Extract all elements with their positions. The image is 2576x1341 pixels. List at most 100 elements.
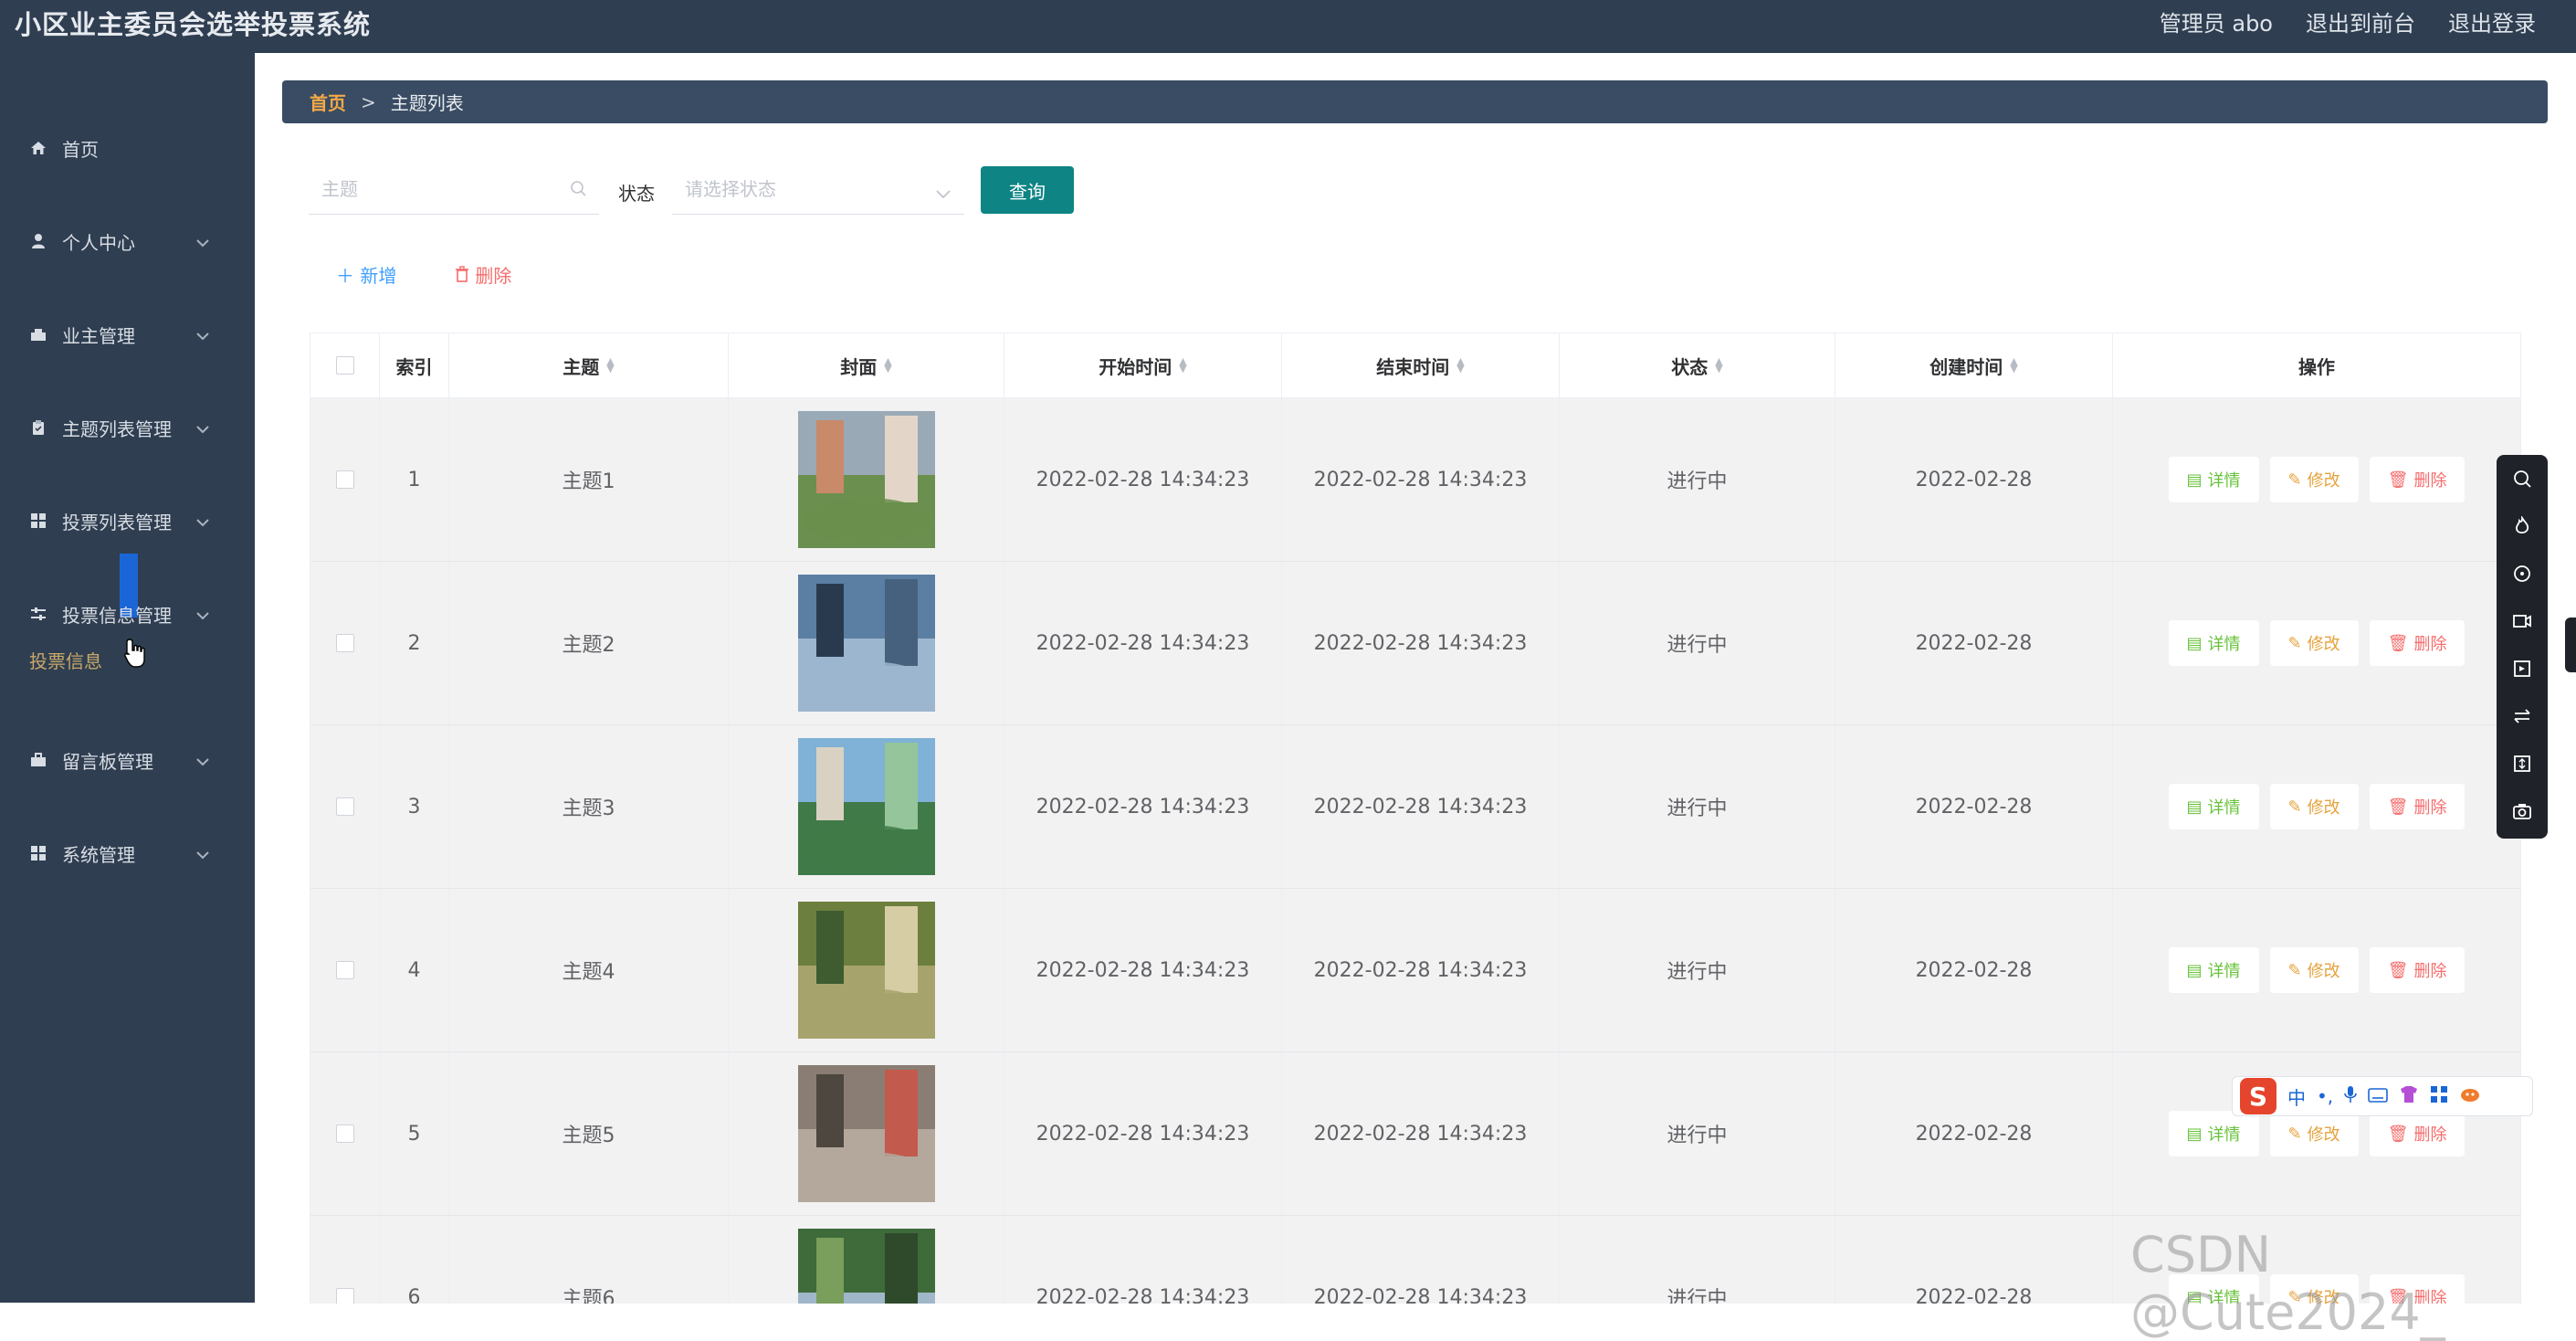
select-all-checkbox[interactable] <box>335 356 354 375</box>
cover-image[interactable] <box>797 738 935 875</box>
cover-image[interactable] <box>797 902 935 1039</box>
row-checkbox[interactable] <box>335 797 354 816</box>
trash-icon: 🗑 <box>2387 960 2409 980</box>
header-cover[interactable]: 封面 ▲ ▼ <box>729 333 1004 397</box>
detail-button[interactable]: ▤ 详情 <box>2168 784 2259 829</box>
detail-button[interactable]: ▤ 详情 <box>2168 947 2259 993</box>
row-checkbox[interactable] <box>335 1125 354 1143</box>
delete-button-label: 删除 <box>475 265 512 287</box>
search-plus-icon[interactable] <box>2509 466 2535 491</box>
delete-button[interactable]: 🗑 删除 <box>2369 1111 2466 1156</box>
chevron-down-icon <box>195 417 210 438</box>
edit-button[interactable]: ✎ 修改 <box>2269 947 2359 993</box>
punctuation-icon[interactable]: •, <box>2317 1085 2333 1107</box>
sort-icon[interactable]: ▲ ▼ <box>1715 356 1722 374</box>
detail-button[interactable]: ▤ 详情 <box>2168 457 2259 502</box>
row-checkbox[interactable] <box>335 1288 354 1304</box>
edit-button[interactable]: ✎ 修改 <box>2269 457 2359 502</box>
sort-icon[interactable]: ▲ ▼ <box>1179 356 1186 374</box>
plus-icon: ＋ <box>336 265 354 287</box>
music-icon[interactable] <box>2509 561 2535 586</box>
topic-search-input[interactable] <box>309 166 599 212</box>
header-end-time[interactable]: 结束时间 ▲ ▼ <box>1282 333 1560 397</box>
grid-icon <box>29 512 47 530</box>
edit-button[interactable]: ✎ 修改 <box>2269 784 2359 829</box>
sidebar-item-profile[interactable]: 个人中心 <box>0 214 255 269</box>
sidebar-item-label: 个人中心 <box>62 231 135 254</box>
cover-image[interactable] <box>797 1065 935 1202</box>
delete-button[interactable]: 🗑 删除 <box>2369 620 2466 666</box>
cover-image[interactable] <box>797 1229 935 1304</box>
swap-icon[interactable] <box>2509 703 2535 729</box>
sort-icon[interactable]: ▲ ▼ <box>884 356 891 374</box>
resize-icon[interactable] <box>2509 751 2535 776</box>
table-row: 5 主题5 2022-02-28 14:34:23 2022-02-28 14:34:… <box>310 1052 2520 1216</box>
table-header: 索引 主题 ▲ ▼ 封面 ▲ ▼ 开始时间 ▲ ▼ 结束时间 ▲ ▼ 状态 ▲ ▼ 创建时… <box>310 333 2520 398</box>
edit-button[interactable]: ✎ 修改 <box>2269 620 2359 666</box>
cell-index: 6 <box>380 1216 449 1304</box>
status-select[interactable] <box>672 166 964 215</box>
cell-cover <box>729 398 1004 561</box>
batch-delete-button[interactable]: 删除 <box>455 261 511 288</box>
cell-cover <box>729 725 1004 888</box>
owner-icon <box>29 325 47 343</box>
cell-end-time: 2022-02-28 14:34:23 <box>1282 725 1560 888</box>
status-select-input[interactable] <box>672 166 964 212</box>
mascot-icon[interactable] <box>2459 1085 2481 1107</box>
camera-icon[interactable] <box>2509 798 2535 824</box>
delete-button[interactable]: 🗑 删除 <box>2369 457 2466 502</box>
detail-label: 详情 <box>2207 962 2241 981</box>
mouse-cursor-icon <box>124 638 146 673</box>
sidebar-subitem-vote-info[interactable]: 投票信息 <box>29 647 102 673</box>
sort-icon[interactable]: ▲ ▼ <box>606 356 614 374</box>
front-link[interactable]: 退出到前台 <box>2306 5 2415 37</box>
apps-icon[interactable] <box>2430 1085 2448 1108</box>
ime-logo[interactable]: S <box>2240 1078 2276 1114</box>
breadcrumb-home-link[interactable]: 首页 <box>310 89 346 115</box>
crop-icon[interactable] <box>2509 656 2535 681</box>
sidebar-item-system[interactable]: 系统管理 <box>0 826 255 881</box>
cell-status: 进行中 <box>1560 562 1835 724</box>
add-button[interactable]: ＋ 新增 <box>336 261 396 288</box>
document-icon: ▤ <box>2186 1124 2203 1144</box>
sort-icon[interactable]: ▲ ▼ <box>1456 356 1464 374</box>
chevron-down-icon <box>195 230 210 252</box>
side-edge-tab[interactable] <box>2565 618 2576 672</box>
delete-button[interactable]: 🗑 删除 <box>2369 784 2466 829</box>
query-button[interactable]: 查询 <box>981 166 1074 214</box>
detail-button[interactable]: ▤ 详情 <box>2168 620 2259 666</box>
header-created-label: 创建时间 <box>1929 355 2003 378</box>
row-checkbox[interactable] <box>335 961 354 979</box>
header-start-time[interactable]: 开始时间 ▲ ▼ <box>1004 333 1282 397</box>
logout-link[interactable]: 退出登录 <box>2448 5 2536 37</box>
skin-icon[interactable] <box>2399 1085 2419 1108</box>
sidebar-item-vote-info[interactable]: 投票信息管理 <box>0 586 255 641</box>
cell-start-time: 2022-02-28 14:34:23 <box>1004 562 1282 724</box>
sidebar-item-messages[interactable]: 留言板管理 <box>0 733 255 787</box>
cover-image[interactable] <box>797 575 935 712</box>
edit-button[interactable]: ✎ 修改 <box>2269 1111 2359 1156</box>
header-status[interactable]: 状态 ▲ ▼ <box>1560 333 1835 397</box>
header-created[interactable]: 创建时间 ▲ ▼ <box>1835 333 2113 397</box>
sidebar-item-owners[interactable]: 业主管理 <box>0 307 255 362</box>
sidebar-item-votes[interactable]: 投票列表管理 <box>0 493 255 548</box>
ime-mode[interactable]: 中 <box>2287 1083 2306 1110</box>
keyboard-icon[interactable] <box>2368 1085 2388 1107</box>
cover-image[interactable] <box>797 411 935 548</box>
pencil-icon: ✎ <box>2287 960 2302 980</box>
video-record-icon[interactable] <box>2509 608 2535 634</box>
sidebar-item-topics[interactable]: 主题列表管理 <box>0 400 255 455</box>
sort-icon[interactable]: ▲ ▼ <box>2010 356 2017 374</box>
flame-icon[interactable] <box>2509 513 2535 539</box>
edit-label: 修改 <box>2307 1125 2340 1145</box>
top-nav: 管理员 abo 退出到前台 退出登录 <box>2160 5 2536 37</box>
chevron-down-icon <box>195 842 210 864</box>
microphone-icon[interactable] <box>2344 1085 2357 1108</box>
row-checkbox[interactable] <box>335 634 354 652</box>
delete-button[interactable]: 🗑 删除 <box>2369 947 2466 993</box>
admin-label[interactable]: 管理员 abo <box>2160 5 2273 37</box>
detail-button[interactable]: ▤ 详情 <box>2168 1111 2259 1156</box>
row-checkbox[interactable] <box>335 470 354 489</box>
header-topic[interactable]: 主题 ▲ ▼ <box>449 333 729 397</box>
sidebar-item-home[interactable]: 首页 <box>0 121 255 175</box>
